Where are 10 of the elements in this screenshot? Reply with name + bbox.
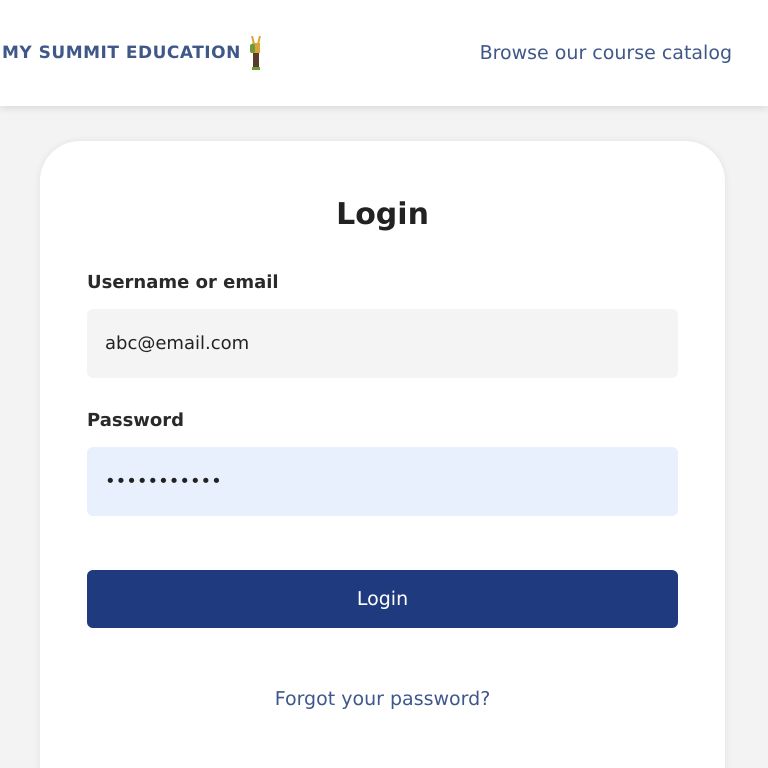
catalog-link[interactable]: Browse our course catalog	[480, 42, 732, 64]
field-label: Username or email	[87, 272, 280, 293]
forgot-password-link[interactable]: Forgot your password?	[274, 688, 490, 710]
logo-text[interactable]: MY SUMMIT EDUCATION	[2, 43, 241, 63]
input-field[interactable]: •••••••••••	[87, 447, 678, 516]
input-field[interactable]: abc@email.com	[87, 309, 678, 378]
field-label: Password	[87, 410, 186, 431]
login-button[interactable]: Login	[87, 570, 678, 628]
hiker-icon	[248, 36, 263, 70]
login-title: Login	[335, 197, 430, 232]
